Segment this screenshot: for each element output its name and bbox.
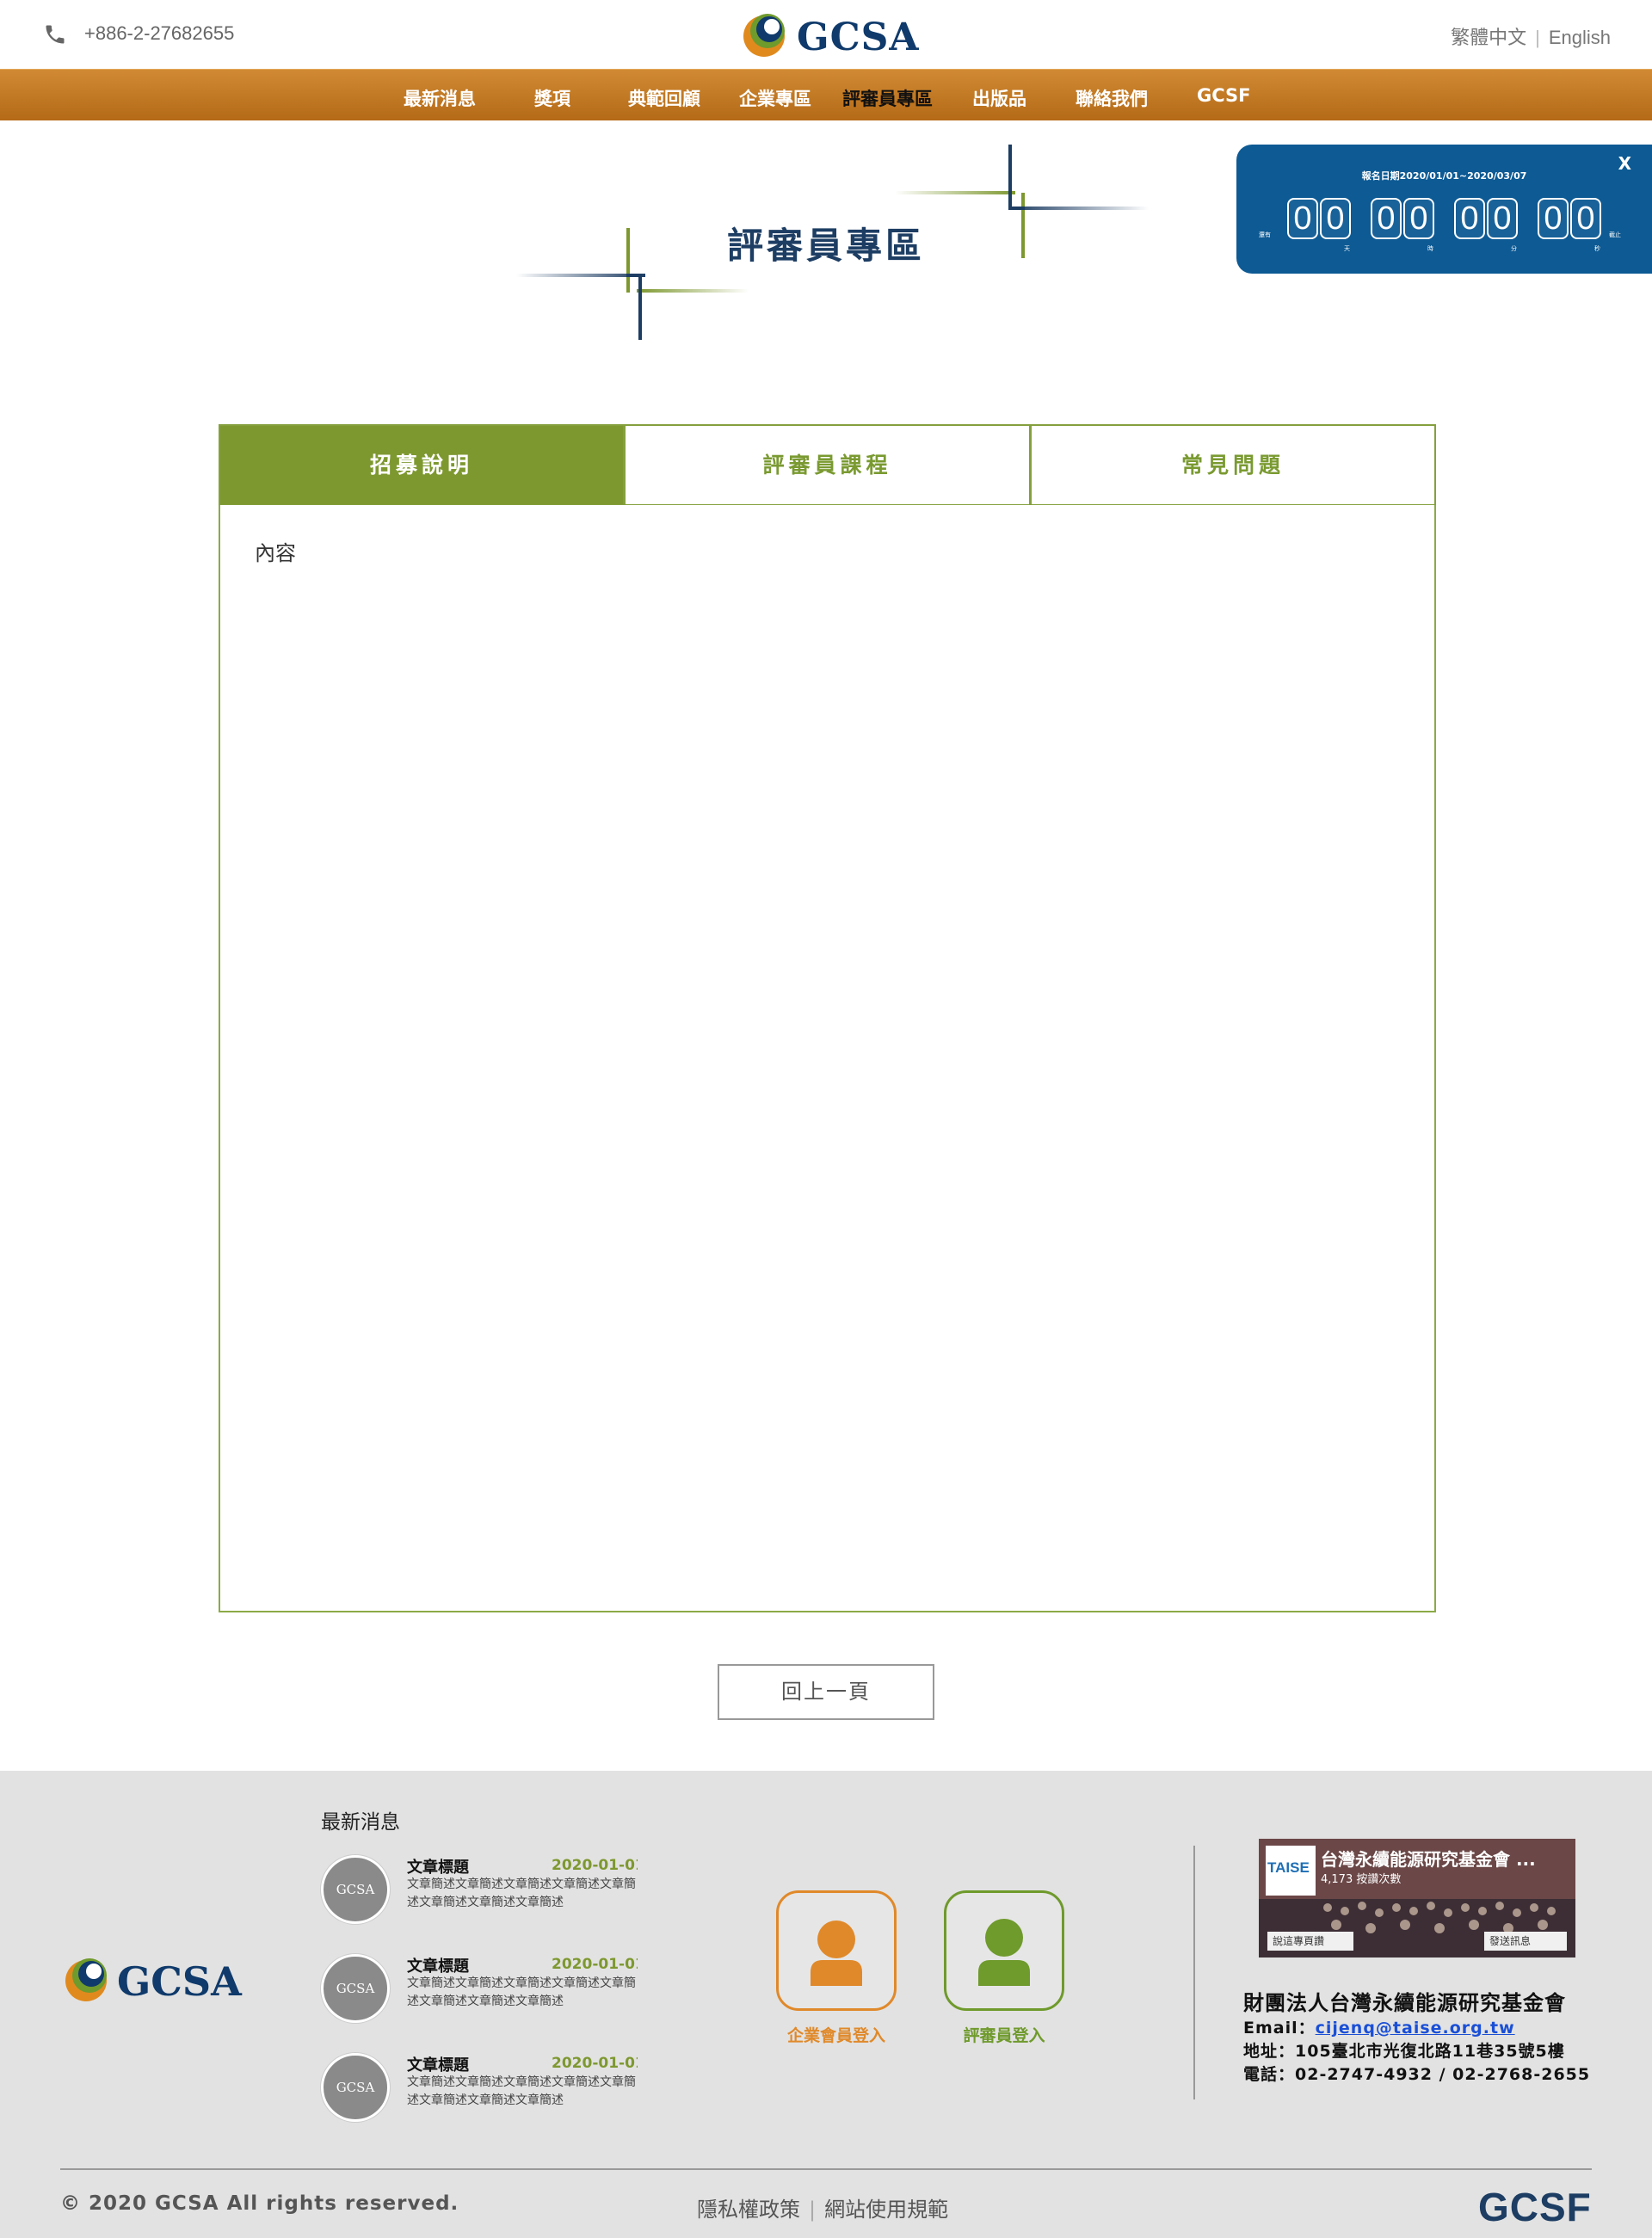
- user-icon: [978, 1919, 1030, 1986]
- footer-news-item[interactable]: GCSA 文章標題 2020-01-01 文章簡述文章簡述文章簡述文章簡述文章簡…: [321, 2053, 648, 2125]
- copyright: © 2020 GCSA All rights reserved.: [60, 2192, 459, 2215]
- footer-news-item[interactable]: GCSA 文章標題 2020-01-01 文章簡述文章簡述文章簡述文章簡述文章簡…: [321, 1954, 648, 2026]
- judge-login-label[interactable]: 評審員登入: [927, 2023, 1082, 2046]
- footer-divider: [1193, 1846, 1195, 2099]
- countdown-unit: 天: [1344, 245, 1350, 252]
- countdown-digit: 0: [1570, 198, 1601, 239]
- nav-item-news[interactable]: 最新消息: [404, 85, 476, 111]
- countdown-unit: 分: [1511, 245, 1517, 252]
- taise-logo-text: TAISE: [1267, 1859, 1310, 1876]
- countdown-digit: 0: [1287, 198, 1318, 239]
- gcsa-logo[interactable]: GCSA: [742, 10, 919, 59]
- nav-item-publications[interactable]: 出版品: [972, 85, 1026, 111]
- news-title: 文章標題: [407, 1859, 469, 1877]
- nav-item-judges[interactable]: 評審員專區: [842, 85, 933, 111]
- countdown-left-label: 還有: [1259, 231, 1271, 238]
- nav-item-contact[interactable]: 聯絡我們: [1076, 85, 1148, 111]
- countdown-date-label: 報名日期2020/01/01~2020/03/07: [1361, 170, 1527, 182]
- news-description: 文章簡述文章簡述文章簡述文章簡述文章簡述文章簡述文章簡述文章簡述: [407, 2075, 636, 2107]
- gcsa-logo-mark-icon: [743, 14, 785, 57]
- countdown-digit: 0: [1454, 198, 1485, 239]
- gcsf-logo[interactable]: GCSF: [1478, 2184, 1592, 2230]
- countdown-days: 0 0 天: [1287, 198, 1354, 252]
- lang-en-link[interactable]: English: [1549, 27, 1611, 48]
- privacy-policy-link[interactable]: 隱私權政策: [697, 2198, 800, 2222]
- main-nav: 最新消息 獎項 典範回顧 企業專區 評審員專區 出版品 聯絡我們 GCSF: [0, 69, 1652, 120]
- facebook-like-button[interactable]: 說這專頁讚: [1267, 1932, 1353, 1951]
- org-email: Email：cijenq@taise.org.tw: [1243, 2015, 1515, 2038]
- news-thumbnail-logo: GCSA: [336, 1882, 375, 1897]
- news-thumbnail: GCSA: [321, 2053, 390, 2122]
- nav-item-enterprise[interactable]: 企業專區: [739, 85, 811, 111]
- tab-content-text: 內容: [255, 541, 296, 565]
- nav-item-review[interactable]: 典範回顧: [628, 85, 700, 111]
- phone-icon: [46, 25, 65, 44]
- nav-item-awards[interactable]: 獎項: [534, 85, 570, 111]
- footer-gcsa-logo[interactable]: GCSA: [64, 1955, 253, 2005]
- footer-news-heading: 最新消息: [321, 1811, 400, 1834]
- back-button[interactable]: 回上一頁: [718, 1664, 934, 1720]
- judge-login-button[interactable]: [944, 1890, 1064, 2011]
- news-thumbnail-logo: GCSA: [336, 1981, 375, 1996]
- facebook-message-button[interactable]: 發送訊息: [1484, 1932, 1567, 1951]
- news-date: 2020-01-01: [552, 2055, 638, 2072]
- terms-link[interactable]: 網站使用規範: [824, 2198, 948, 2222]
- news-thumbnail: GCSA: [321, 1954, 390, 2023]
- lang-divider: |: [1535, 27, 1540, 48]
- lang-zh-link[interactable]: 繁體中文: [1451, 27, 1526, 48]
- countdown-unit: 時: [1427, 245, 1433, 252]
- enterprise-login-button[interactable]: [776, 1890, 897, 2011]
- org-name: 財團法人台灣永續能源研究基金會: [1243, 1991, 1566, 2015]
- judge-tabs: 招募說明 評審員課程 常見問題: [219, 424, 1436, 506]
- news-title: 文章標題: [407, 1957, 469, 1976]
- top-bar: +886-2-27682655 GCSA 繁體中文 | English: [0, 0, 1652, 69]
- countdown-digit: 0: [1487, 198, 1518, 239]
- footer-links: 隱私權政策 | 網站使用規範: [697, 2192, 948, 2223]
- countdown-digit: 0: [1371, 198, 1402, 239]
- countdown-hours: 0 0 時: [1371, 198, 1438, 252]
- language-switcher: 繁體中文 | English: [1451, 22, 1611, 50]
- tab-faq[interactable]: 常見問題: [1030, 424, 1436, 506]
- countdown-seconds: 0 0 秒: [1538, 198, 1605, 252]
- footer-link-divider: |: [809, 2198, 817, 2222]
- news-thumbnail: GCSA: [321, 1855, 390, 1924]
- email-link[interactable]: cijenq@taise.org.tw: [1316, 2019, 1515, 2038]
- countdown-digit: 0: [1538, 198, 1569, 239]
- org-address: 地址：105臺北市光復北路11巷35號5樓: [1243, 2042, 1565, 2061]
- countdown-unit: 秒: [1594, 245, 1600, 252]
- footer-logo-text: GCSA: [117, 1958, 242, 2005]
- facebook-page-name: 台灣永續能源研究基金會 ...: [1321, 1849, 1536, 1870]
- countdown-digit: 0: [1320, 198, 1351, 239]
- countdown-minutes: 0 0 分: [1454, 198, 1521, 252]
- footer-rule: [60, 2168, 1592, 2170]
- facebook-like-count: 4,173 按讚次數: [1321, 1873, 1402, 1886]
- footer-news-item[interactable]: GCSA 文章標題 2020-01-01 文章簡述文章簡述文章簡述文章簡述文章簡…: [321, 1855, 648, 1927]
- tab-content-panel: 內容: [219, 505, 1436, 1612]
- news-date: 2020-01-01: [552, 1857, 638, 1874]
- tab-judge-courses[interactable]: 評審員課程: [624, 424, 1031, 506]
- news-description: 文章簡述文章簡述文章簡述文章簡述文章簡述文章簡述文章簡述文章簡述: [407, 1976, 636, 2008]
- user-icon: [811, 1920, 862, 1986]
- news-title: 文章標題: [407, 2056, 469, 2075]
- countdown-widget: X 報名日期2020/01/01~2020/03/07 還有 0 0 天 0 0…: [1236, 145, 1652, 274]
- news-date: 2020-01-01: [552, 1956, 638, 1973]
- news-description: 文章簡述文章簡述文章簡述文章簡述文章簡述文章簡述文章簡述文章簡述: [407, 1877, 636, 1909]
- tab-recruitment[interactable]: 招募說明: [219, 424, 625, 506]
- nav-item-gcsf[interactable]: GCSF: [1197, 85, 1251, 106]
- org-phone: 電話：02-2747-4932 / 02-2768-2655: [1243, 2065, 1591, 2084]
- gcsa-logo-text: GCSA: [797, 15, 920, 59]
- news-thumbnail-logo: GCSA: [336, 2080, 375, 2095]
- email-label: Email：: [1243, 2019, 1316, 2038]
- header-phone: +886-2-27682655: [84, 22, 235, 44]
- countdown-right-label: 截止: [1609, 231, 1621, 238]
- enterprise-login-label[interactable]: 企業會員登入: [759, 2023, 914, 2046]
- taise-logo: TAISE: [1266, 1846, 1316, 1896]
- facebook-page-card[interactable]: TAISE 台灣永續能源研究基金會 ... 4,173 按讚次數 說這專頁讚 發…: [1259, 1839, 1575, 1957]
- gcsa-logo-mark-icon: [65, 1958, 107, 2001]
- countdown-digit: 0: [1403, 198, 1434, 239]
